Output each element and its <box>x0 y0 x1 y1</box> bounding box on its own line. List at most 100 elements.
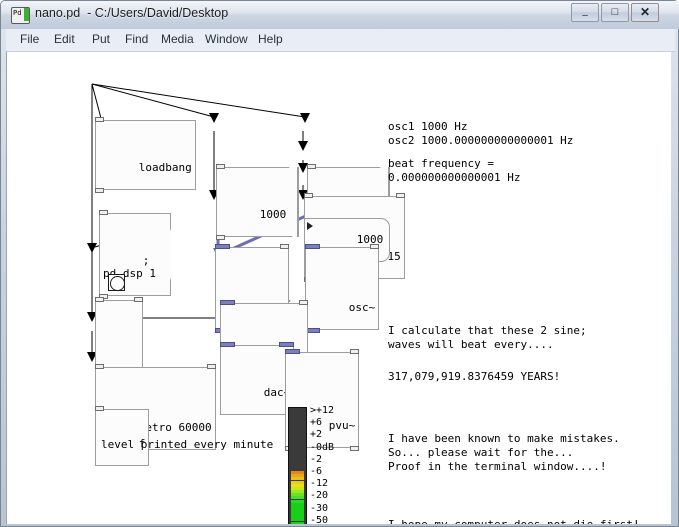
menu-item-media[interactable]: Media <box>159 32 196 46</box>
vu-led-segment <box>291 486 304 490</box>
bang-button[interactable] <box>108 274 125 291</box>
vu-led-segment <box>291 420 304 424</box>
outlet-right <box>350 446 360 451</box>
vu-led-segment <box>291 499 304 503</box>
vu-led-segment <box>291 496 304 500</box>
outlet <box>216 235 225 240</box>
close-icon: ✕ <box>639 5 651 19</box>
signal-inlet <box>215 244 230 249</box>
vu-scale-label: -6 <box>310 466 323 477</box>
vu-led-segment <box>291 449 304 453</box>
signal-inlet <box>285 349 300 354</box>
number-value: 1000 <box>259 208 287 221</box>
minimize-icon: – <box>582 10 588 21</box>
vu-scale-label: -0dB <box>310 441 335 453</box>
comment-hope: I hope my computer does not die first! <box>388 518 640 524</box>
menu-item-help[interactable]: Help <box>256 32 285 46</box>
vu-scale-label: +6 <box>310 417 323 429</box>
vu-led-segment <box>291 505 304 509</box>
inlet <box>307 164 316 169</box>
object-dac[interactable]: dac~ <box>220 342 295 415</box>
bang-circle-icon <box>110 276 125 291</box>
vu-scale-label: -2 <box>310 453 323 465</box>
inlet-right <box>298 300 308 305</box>
signal-inlet <box>305 244 320 249</box>
number-box-osc1-freq[interactable]: 1000 <box>216 164 300 240</box>
comment-beat-frequency: beat frequency = 0.000000000000001 Hz <box>388 157 521 184</box>
comment-calculation: I calculate that these 2 sine; waves wil… <box>388 324 587 351</box>
object-text: metro 60000 <box>138 421 212 434</box>
menu-item-put[interactable]: Put <box>90 32 112 46</box>
vu-led-segment <box>291 515 304 519</box>
window-title: nano.pd - C:/Users/David/Desktop <box>35 6 229 20</box>
vu-led-segment <box>291 433 304 437</box>
inlet-right <box>350 349 360 354</box>
menu-item-find[interactable]: Find <box>123 32 150 46</box>
inlet <box>216 164 225 169</box>
vu-led-segment <box>291 445 304 449</box>
comment-years: 317,079,919.8376459 YEARS! <box>388 370 561 383</box>
vu-scale-label: -20 <box>310 490 329 502</box>
object-text: osc~ <box>348 301 376 314</box>
menu-item-window[interactable]: Window <box>203 32 250 46</box>
vu-led-segment <box>291 452 304 456</box>
close-button[interactable]: ✕ <box>631 3 659 22</box>
vu-led-segment <box>291 468 304 471</box>
signal-inlet <box>220 300 235 305</box>
pd-icon-accent <box>24 8 29 21</box>
signal-inlet-left <box>220 342 235 347</box>
vu-led-segment <box>291 442 304 446</box>
inlet-right <box>280 244 290 249</box>
patch-canvas[interactable]: loadbang ; pd dsp 1 1000 1000 + 1e-015 <box>6 51 671 524</box>
signal-inlet-right <box>279 342 295 347</box>
vu-led-segment <box>291 423 304 427</box>
outlet <box>95 188 104 193</box>
vu-led-segment <box>291 502 304 506</box>
inlet-right <box>206 364 216 369</box>
object-text: pvu~ <box>328 419 356 432</box>
inlet-right <box>370 244 380 249</box>
menu-item-file[interactable]: File <box>18 32 41 46</box>
inlet <box>99 210 108 215</box>
inlet-left <box>95 297 104 302</box>
inlet <box>95 406 104 411</box>
vu-led-segment <box>291 417 304 421</box>
vu-led-segment <box>291 408 304 412</box>
vu-led-segment <box>291 508 304 512</box>
vu-led-segment <box>291 411 304 415</box>
vu-scale-label: -30 <box>310 502 329 514</box>
vu-led-segment <box>291 458 304 462</box>
comment-level-printed: level printed every minute <box>101 438 274 451</box>
window-titlebar: Pd nano.pd - C:/Users/David/Desktop – □ … <box>1 1 679 29</box>
menu-bar: File Edit Put Find Media Window Help <box>6 29 675 52</box>
vu-led-segment <box>291 477 304 481</box>
comment-osc-frequencies: osc1 1000 Hz osc2 1000.000000000000001 H… <box>388 120 574 147</box>
vu-led-segment <box>291 439 304 443</box>
vu-scale-label: -50 <box>310 514 329 524</box>
object-loadbang[interactable]: loadbang <box>95 117 196 193</box>
maximize-button[interactable]: □ <box>601 3 629 22</box>
vu-meter[interactable] <box>288 407 307 524</box>
vu-led-segment <box>291 471 304 475</box>
vu-led-segment <box>291 474 304 478</box>
vu-led-segment <box>291 427 304 431</box>
pd-icon-glyph: Pd <box>13 9 22 17</box>
vu-scale-label: >+12 <box>310 405 335 416</box>
vu-led-segment <box>291 483 304 487</box>
inlet-right <box>395 193 405 198</box>
object-text: loadbang <box>138 161 192 174</box>
menu-item-edit[interactable]: Edit <box>52 32 77 46</box>
vu-led-segment <box>291 518 304 522</box>
minimize-button[interactable]: – <box>571 3 599 22</box>
pd-app-icon: Pd <box>11 7 30 24</box>
vu-led-segment <box>291 490 304 494</box>
maximize-icon: □ <box>611 6 619 18</box>
vu-led-segment <box>291 414 304 418</box>
vu-led-segment <box>291 430 304 434</box>
vu-led-segment <box>291 480 304 484</box>
object-osc-right[interactable]: osc~ <box>305 244 380 333</box>
vu-led-segment <box>291 464 304 468</box>
inlet-left <box>304 193 313 198</box>
inlet-left <box>95 364 104 369</box>
vu-led-segment <box>291 493 304 497</box>
